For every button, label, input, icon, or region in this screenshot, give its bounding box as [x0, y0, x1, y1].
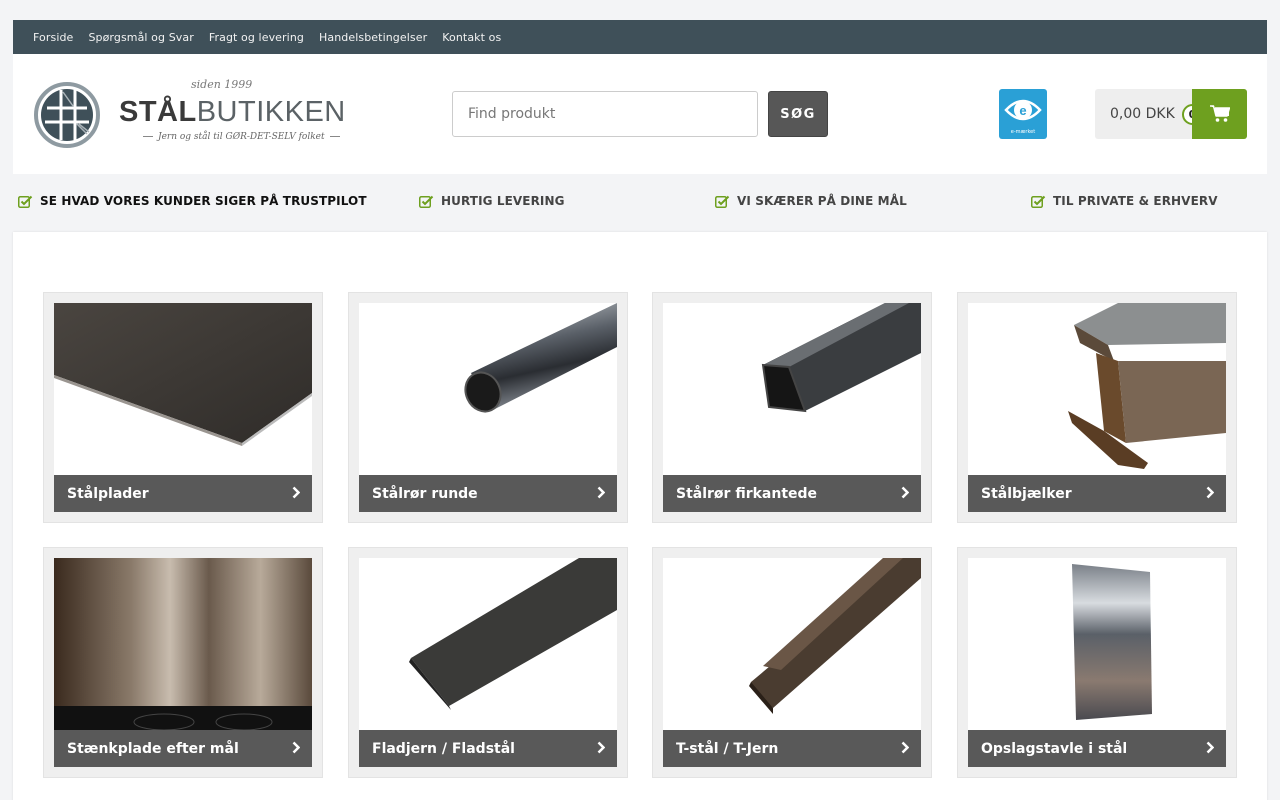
product-card-title-bar[interactable]: Stålbjælker: [968, 475, 1226, 512]
usp-private-business: TIL PRIVATE & ERHVERV: [1031, 194, 1218, 208]
product-card-splashback[interactable]: Stænkplade efter mål: [43, 547, 323, 778]
chevron-right-icon: [1206, 486, 1214, 499]
product-card-label: Opslagstavle i stål: [981, 740, 1128, 757]
product-card-title-bar[interactable]: Stålplader: [54, 475, 312, 512]
product-card-flat-bar[interactable]: Fladjern / Fladstål: [348, 547, 628, 778]
splashback-image: [54, 558, 312, 730]
emarket-badge[interactable]: e e-mærket: [999, 89, 1047, 139]
chevron-right-icon: [597, 741, 605, 754]
product-card-steel-beams[interactable]: Stålbjælker: [957, 292, 1237, 523]
usp-label: SE HVAD VORES KUNDER SIGER PÅ TRUSTPILOT: [40, 194, 367, 208]
logo-wordmark: STÅLBUTIKKEN: [119, 96, 346, 129]
usp-label: TIL PRIVATE & ERHVERV: [1053, 194, 1218, 208]
checkbox-check-icon: [419, 195, 434, 208]
product-card-notice-board[interactable]: Opslagstavle i stål: [957, 547, 1237, 778]
usp-trustpilot[interactable]: SE HVAD VORES KUNDER SIGER PÅ TRUSTPILOT: [18, 194, 367, 208]
chevron-right-icon: [597, 486, 605, 499]
site-logo[interactable]: siden 1999 STÅLBUTIKKEN Jern og stål til…: [33, 76, 345, 152]
product-card-title-bar[interactable]: Stænkplade efter mål: [54, 730, 312, 767]
logo-brand-bold: STÅL: [119, 96, 197, 128]
search-button[interactable]: SØG: [768, 91, 828, 137]
product-card-title-bar[interactable]: Opslagstavle i stål: [968, 730, 1226, 767]
product-card-round-tubes[interactable]: Stålrør runde: [348, 292, 628, 523]
product-card-label: Stålrør runde: [372, 485, 478, 502]
product-card-t-bar[interactable]: T-stål / T-Jern: [652, 547, 932, 778]
product-card-title-bar[interactable]: Stålrør firkantede: [663, 475, 921, 512]
logo-tagline: Jern og stål til GØR-DET-SELV folket: [138, 132, 345, 142]
product-card-label: Stålbjælker: [981, 485, 1072, 502]
chevron-right-icon: [901, 486, 909, 499]
cart-widget[interactable]: 0,00 DKK 0: [1095, 89, 1247, 139]
product-card-label: Fladjern / Fladstål: [372, 740, 515, 757]
usp-fast-delivery: HURTIG LEVERING: [419, 194, 565, 208]
chevron-right-icon: [1206, 741, 1214, 754]
flat-bar-image: [359, 558, 617, 730]
steel-plate-image: [54, 303, 312, 475]
logo-emblem-icon: [34, 82, 100, 148]
nav-link-shipping[interactable]: Fragt og levering: [209, 31, 304, 44]
usp-label: VI SKÆRER PÅ DINE MÅL: [737, 194, 907, 208]
usp-cut-to-size: VI SKÆRER PÅ DINE MÅL: [715, 194, 907, 208]
product-card-label: Stålplader: [67, 485, 149, 502]
product-card-title-bar[interactable]: T-stål / T-Jern: [663, 730, 921, 767]
nav-link-terms[interactable]: Handelsbetingelser: [319, 31, 427, 44]
emarket-eye-icon: e: [1004, 99, 1042, 120]
shopping-cart-icon: [1209, 105, 1230, 122]
chevron-right-icon: [292, 741, 300, 754]
product-category-grid: Stålplader Stålrør runde Stålrør firkant…: [13, 232, 1267, 800]
top-navigation: Forside Spørgsmål og Svar Fragt og lever…: [13, 20, 1267, 54]
nav-link-forside[interactable]: Forside: [33, 31, 73, 44]
product-card-label: Stålrør firkantede: [676, 485, 818, 502]
product-card-title-bar[interactable]: Fladjern / Fladstål: [359, 730, 617, 767]
chevron-right-icon: [901, 741, 909, 754]
checkbox-check-icon: [1031, 195, 1046, 208]
t-bar-image: [663, 558, 921, 730]
product-card-label: Stænkplade efter mål: [67, 740, 239, 757]
logo-since-text: siden 1999: [191, 78, 253, 91]
emarket-label: e-mærket: [1010, 128, 1036, 135]
checkbox-check-icon: [715, 195, 730, 208]
logo-brand-light: BUTIKKEN: [196, 96, 346, 128]
cart-amount: 0,00 DKK: [1110, 106, 1175, 122]
square-tube-image: [663, 303, 921, 475]
nav-link-contact[interactable]: Kontakt os: [442, 31, 501, 44]
search-input[interactable]: [452, 91, 758, 137]
product-card-steel-plates[interactable]: Stålplader: [43, 292, 323, 523]
site-header: siden 1999 STÅLBUTIKKEN Jern og stål til…: [13, 54, 1267, 174]
svg-text:e: e: [1019, 103, 1026, 118]
chevron-right-icon: [292, 486, 300, 499]
nav-link-faq[interactable]: Spørgsmål og Svar: [88, 31, 193, 44]
checkbox-check-icon: [18, 195, 33, 208]
notice-board-image: [968, 558, 1226, 730]
usp-label: HURTIG LEVERING: [441, 194, 565, 208]
product-card-label: T-stål / T-Jern: [676, 740, 779, 757]
cart-button[interactable]: [1192, 89, 1247, 139]
product-card-title-bar[interactable]: Stålrør runde: [359, 475, 617, 512]
i-beam-image: [968, 303, 1226, 475]
product-card-square-tubes[interactable]: Stålrør firkantede: [652, 292, 932, 523]
round-tube-image: [359, 303, 617, 475]
